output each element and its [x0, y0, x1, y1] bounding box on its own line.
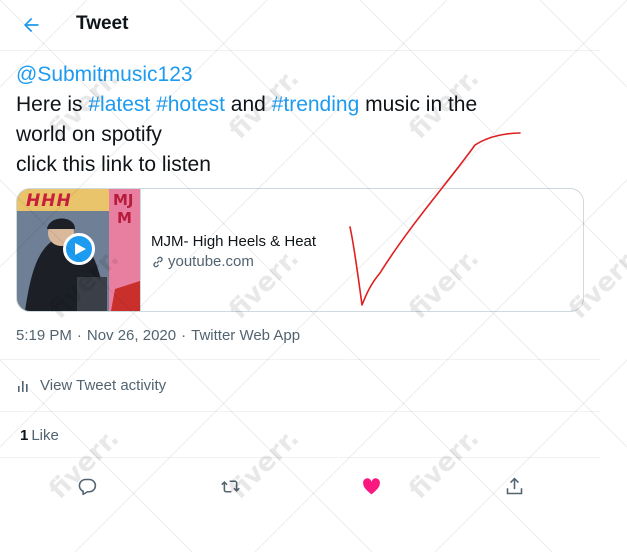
like-button[interactable]: [357, 472, 385, 500]
tweet-date[interactable]: Nov 26, 2020: [87, 327, 176, 344]
play-button[interactable]: [63, 233, 95, 265]
link-preview-card[interactable]: HHH MJ M MJM- High Heels & Heat youtube.…: [16, 188, 584, 312]
link-icon: [153, 256, 163, 267]
card-domain: youtube.com: [151, 253, 254, 270]
tweet-text: @Submitmusic123 Here is #latest #hotest …: [16, 60, 576, 180]
card-domain-text: youtube.com: [168, 253, 254, 270]
tweet-text-segment: and: [224, 93, 272, 116]
hashtag-hotest-link[interactable]: #hotest: [156, 93, 225, 116]
activity-label: View Tweet activity: [40, 377, 167, 394]
retweet-button[interactable]: [216, 472, 244, 500]
reply-button[interactable]: [73, 472, 101, 500]
card-thumbnail: HHH MJ M: [17, 189, 141, 311]
play-icon: [75, 243, 86, 255]
bar-chart-icon: [18, 380, 28, 392]
tweet-text-line: click this link to listen: [16, 153, 211, 176]
share-icon: [506, 477, 522, 494]
arrow-left-icon: [24, 17, 39, 33]
page-title: Tweet: [76, 13, 129, 34]
thumbnail-text-right2: M: [117, 209, 132, 227]
tweet-text-segment: music in the: [359, 93, 478, 116]
mention-link[interactable]: @Submitmusic123: [16, 63, 193, 86]
tweet-time[interactable]: 5:19 PM: [16, 327, 72, 344]
tweet-text-segment: Here is: [16, 93, 89, 116]
likes-label: Like: [31, 427, 59, 444]
hashtag-trending-link[interactable]: #trending: [272, 93, 360, 116]
heart-filled-icon: [362, 477, 380, 494]
card-title: MJM- High Heels & Heat: [151, 233, 317, 250]
divider: [0, 359, 600, 360]
reply-icon: [78, 478, 96, 495]
divider: [0, 457, 600, 458]
tweet-action-bar: [0, 466, 600, 506]
tweet-meta: 5:19 PM · Nov 26, 2020 · Twitter Web App: [16, 327, 301, 344]
share-button[interactable]: [500, 472, 528, 500]
divider: [0, 411, 600, 412]
thumbnail-text-left: HHH: [26, 191, 72, 211]
back-button[interactable]: [14, 8, 48, 42]
likes-count: 1: [20, 427, 29, 444]
tweet-text-line: world on spotify: [16, 123, 162, 146]
tweet-source-app[interactable]: Twitter Web App: [191, 327, 300, 344]
retweet-icon: [220, 479, 240, 493]
hashtag-latest-link[interactable]: #latest: [88, 93, 150, 116]
likes-count-link[interactable]: 1 Like: [20, 427, 59, 444]
tweet-header: Tweet: [0, 0, 600, 51]
thumbnail-text-right: MJ: [113, 191, 134, 209]
view-tweet-activity-link[interactable]: View Tweet activity: [16, 377, 166, 394]
